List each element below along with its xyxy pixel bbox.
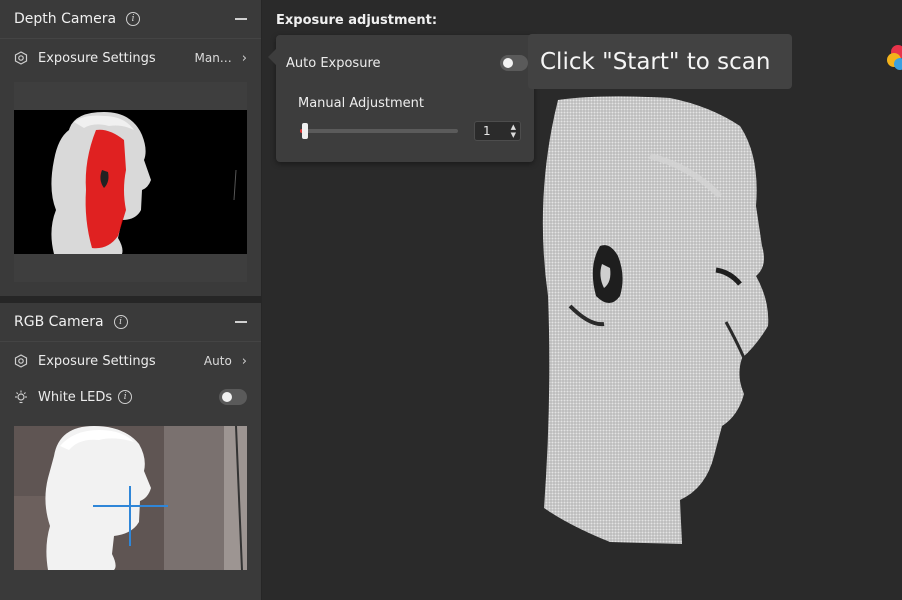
exposure-adjustment-title: Exposure adjustment: — [276, 13, 438, 28]
app-logo-icon — [887, 45, 902, 70]
hexagon-settings-icon — [14, 354, 28, 368]
rgb-camera-preview — [14, 426, 247, 582]
auto-exposure-label: Auto Exposure — [286, 55, 381, 71]
depth-camera-header[interactable]: Depth Camera i — [0, 0, 261, 38]
slider-thumb[interactable] — [302, 123, 308, 139]
depth-image — [14, 110, 247, 254]
manual-exposure-value: 1 — [483, 124, 491, 138]
auto-exposure-toggle[interactable] — [500, 55, 528, 71]
rgb-exposure-label: Exposure Settings — [38, 353, 156, 369]
chevron-right-icon: › — [241, 353, 247, 369]
spin-up-icon[interactable]: ▲ — [511, 123, 516, 131]
manual-adjustment-label: Manual Adjustment — [298, 96, 425, 111]
start-scan-toast: Click "Start" to scan — [528, 34, 792, 89]
manual-exposure-slider[interactable] — [300, 123, 458, 139]
spinner-arrows[interactable]: ▲ ▼ — [511, 123, 516, 139]
white-leds-row: White LEDs i — [0, 380, 261, 414]
depth-camera-section: Depth Camera i Exposure Settings Man… › — [0, 0, 261, 296]
rgb-exposure-value: Auto — [203, 354, 232, 368]
rgb-camera-title: RGB Camera — [14, 314, 104, 330]
rgb-image — [14, 426, 247, 570]
collapse-icon[interactable] — [235, 321, 247, 323]
spin-down-icon[interactable]: ▼ — [511, 131, 516, 139]
white-leds-toggle[interactable] — [219, 389, 247, 405]
collapse-icon[interactable] — [235, 18, 247, 20]
info-icon[interactable]: i — [113, 315, 128, 329]
depth-exposure-label: Exposure Settings — [38, 50, 156, 66]
scan-point-cloud — [542, 96, 769, 545]
hexagon-settings-icon — [14, 51, 28, 65]
rgb-bust-graphic — [14, 426, 247, 570]
rgb-camera-header[interactable]: RGB Camera i — [0, 303, 261, 341]
white-leds-label: White LEDs — [38, 389, 113, 405]
info-icon[interactable]: i — [126, 12, 141, 26]
chevron-right-icon: › — [241, 50, 247, 66]
depth-camera-title: Depth Camera — [14, 11, 117, 27]
info-icon[interactable]: i — [118, 390, 133, 404]
rgb-exposure-settings-row[interactable]: Exposure Settings Auto › — [0, 342, 261, 380]
left-panel: Depth Camera i Exposure Settings Man… › — [0, 0, 262, 600]
lightbulb-icon — [15, 390, 27, 404]
depth-exposure-settings-row[interactable]: Exposure Settings Man… › — [0, 39, 261, 77]
depth-camera-preview — [14, 82, 247, 282]
manual-exposure-spinner[interactable]: 1 ▲ ▼ — [474, 121, 521, 141]
depth-bust-graphic — [14, 110, 247, 254]
exposure-popover: Auto Exposure Manual Adjustment 1 ▲ ▼ — [268, 35, 534, 162]
auto-exposure-row: Auto Exposure — [286, 55, 528, 71]
depth-exposure-value: Man… — [194, 51, 232, 65]
